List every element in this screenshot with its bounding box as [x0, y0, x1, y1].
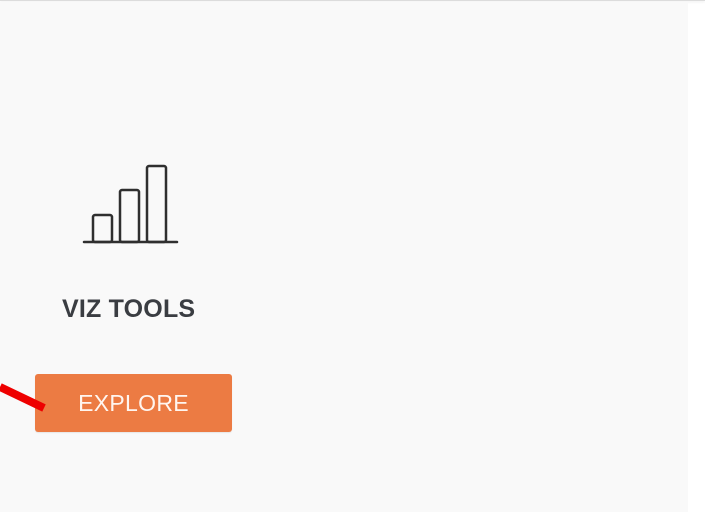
screenshot-viewport: VIZ TOOLS EXPLORE — [0, 0, 705, 512]
content-panel: VIZ TOOLS EXPLORE — [0, 2, 688, 512]
top-divider — [0, 0, 705, 1]
annotation-arrow — [0, 383, 46, 412]
explore-button[interactable]: EXPLORE — [35, 374, 232, 432]
viz-tools-card: VIZ TOOLS EXPLORE — [0, 2, 260, 512]
bar-chart-icon — [82, 164, 179, 244]
card-title: VIZ TOOLS — [62, 295, 196, 323]
